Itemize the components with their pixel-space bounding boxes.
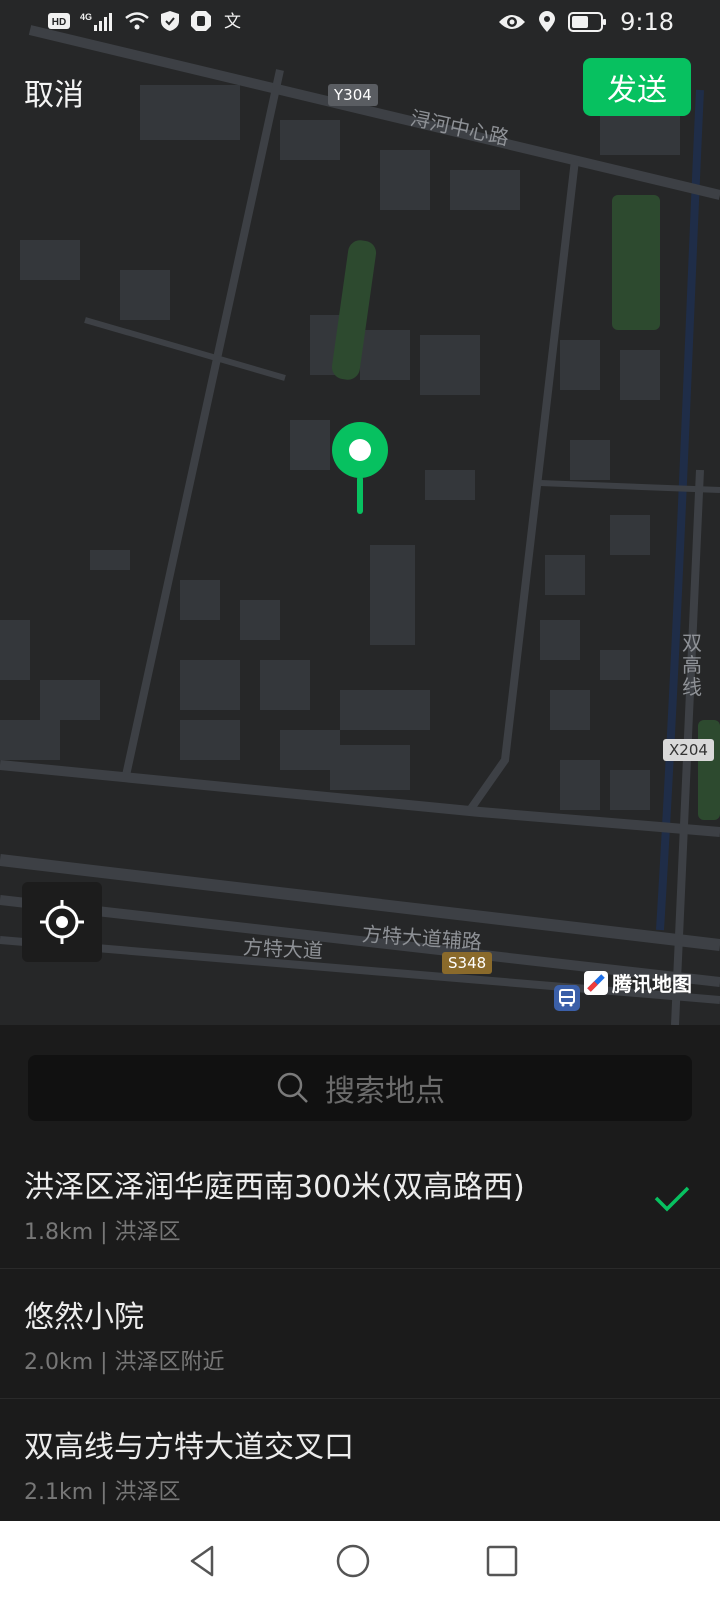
result-name: 洪泽区泽润华庭西南300米(双高路西) [24, 1170, 525, 1205]
signal-4g-icon: 4G [80, 12, 112, 31]
result-distance: 2.1km | 洪泽区 [24, 1480, 181, 1505]
back-triangle-icon[interactable] [182, 1541, 222, 1581]
status-time: 9:18 [620, 8, 674, 36]
result-item[interactable]: 悠然小院 2.0km | 洪泽区附近 [0, 1268, 720, 1399]
map-view[interactable]: 浔河中心路 方特大道 方特大道辅路 双 高 线 Y304 S348 X204 腾… [0, 0, 720, 1025]
system-navigation-bar [0, 1521, 720, 1600]
recents-square-icon[interactable] [482, 1541, 522, 1581]
search-placeholder: 搜索地点 [325, 1074, 445, 1109]
svg-text:文: 文 [224, 12, 241, 32]
hd-icon: HD [48, 13, 70, 29]
location-pin-icon [332, 422, 388, 514]
shield-icon [161, 11, 179, 31]
svg-text:HD: HD [52, 17, 66, 28]
crosshair-icon [40, 900, 84, 944]
result-name: 悠然小院 [24, 1300, 144, 1335]
hand-icon [191, 11, 211, 31]
tencent-map-logo: 腾讯地图 [584, 968, 692, 997]
status-bar: HD 4G 文 9:18 [0, 0, 720, 48]
home-circle-icon[interactable] [333, 1541, 373, 1581]
cancel-button[interactable]: 取消 [24, 70, 84, 114]
search-input[interactable]: 搜索地点 [28, 1055, 692, 1121]
result-item[interactable]: 双高线与方特大道交叉口 2.1km | 洪泽区 [0, 1398, 720, 1528]
battery-icon [568, 12, 607, 32]
shield-s348: S348 [442, 952, 493, 974]
location-results-sheet: 搜索地点 洪泽区泽润华庭西南300米(双高路西) 1.8km | 洪泽区 悠然小… [0, 1025, 720, 1521]
location-icon [539, 11, 556, 32]
road-label-shuanggao: 双 高 线 [682, 631, 702, 699]
bus-stop-icon [554, 985, 580, 1011]
road-label-fangte: 方特大道 [242, 934, 324, 964]
shield-y304: Y304 [328, 84, 378, 106]
shield-x204: X204 [663, 739, 714, 761]
wifi-icon [125, 12, 149, 30]
translate-icon: 文 [224, 12, 241, 32]
svg-text:4G: 4G [80, 12, 92, 22]
result-name: 双高线与方特大道交叉口 [24, 1430, 354, 1465]
result-distance: 2.0km | 洪泽区附近 [24, 1350, 225, 1375]
search-icon [277, 1072, 308, 1103]
result-item[interactable]: 洪泽区泽润华庭西南300米(双高路西) 1.8km | 洪泽区 [0, 1138, 720, 1269]
locate-me-button[interactable] [22, 882, 102, 962]
tencent-map-logo-icon [584, 970, 608, 995]
eye-icon [499, 15, 526, 29]
result-distance: 1.8km | 洪泽区 [24, 1220, 181, 1245]
send-button[interactable]: 发送 [583, 58, 691, 116]
tencent-map-logo-text: 腾讯地图 [612, 972, 692, 996]
check-icon [654, 1186, 690, 1212]
